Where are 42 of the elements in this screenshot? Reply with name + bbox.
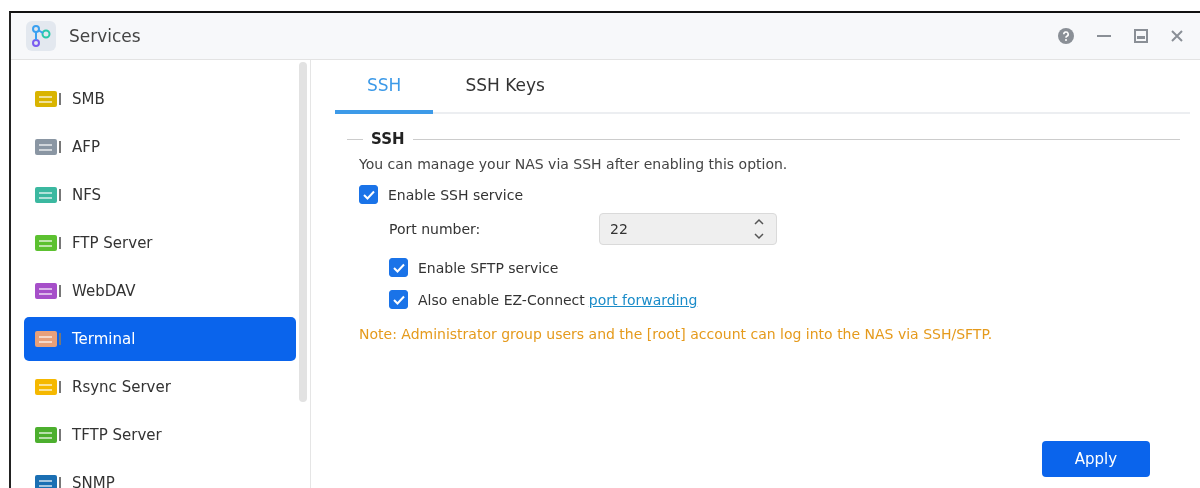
close-icon[interactable] <box>1170 29 1184 43</box>
checkmark-icon <box>392 262 405 273</box>
description-text: You can manage your NAS via SSH after enabling this option. <box>359 156 789 172</box>
window-title: Services <box>69 26 141 46</box>
app-logo-icon <box>26 21 56 51</box>
sidebar-item[interactable]: SNMP <box>24 461 296 488</box>
sidebar-item[interactable]: AFP <box>24 125 296 169</box>
sidebar-item[interactable]: TFTP Server <box>24 413 296 457</box>
checkbox[interactable] <box>389 258 408 277</box>
note-text: Note: Administrator group users and the [root] account can log into the NAS via SSH/SFTP. <box>359 326 994 342</box>
service-icon <box>34 472 64 488</box>
port-forwarding-link[interactable]: port forwarding <box>588 291 698 308</box>
service-icon <box>34 424 64 446</box>
service-icon <box>34 328 64 350</box>
sidebar-item[interactable]: NFS <box>24 173 296 217</box>
checkmark-icon <box>392 294 405 305</box>
sidebar-item[interactable]: FTP Server <box>24 221 296 265</box>
help-icon[interactable] <box>1058 28 1074 44</box>
service-icon <box>34 136 64 158</box>
service-icon <box>34 376 64 398</box>
checkbox-label: Enable SSH service <box>388 186 524 203</box>
tab[interactable]: SSH Keys <box>433 60 577 114</box>
service-icon <box>34 88 64 110</box>
field-label: Port number: <box>389 221 482 237</box>
sidebar-item[interactable]: Terminal <box>24 317 296 361</box>
sidebar-item[interactable]: SMB <box>24 77 296 121</box>
service-icon <box>34 232 64 254</box>
spinner-arrows-icon[interactable] <box>754 217 764 241</box>
port-number-field[interactable]: 22 <box>599 213 777 245</box>
checkbox[interactable] <box>389 290 408 309</box>
apply-button[interactable]: Apply <box>1042 441 1150 477</box>
checkbox[interactable] <box>359 185 378 204</box>
section-title: SSH <box>371 130 405 148</box>
checkbox-label: Enable SFTP service <box>418 259 559 276</box>
service-icon <box>34 184 64 206</box>
service-icon <box>34 280 64 302</box>
checkmark-icon <box>362 189 375 200</box>
sidebar-item[interactable]: WebDAV <box>24 269 296 313</box>
checkbox-label: Also enable EZ-Connect <box>418 291 585 308</box>
scrollbar[interactable] <box>299 62 307 402</box>
maximize-icon[interactable] <box>1134 29 1148 43</box>
sidebar-item[interactable]: Rsync Server <box>24 365 296 409</box>
